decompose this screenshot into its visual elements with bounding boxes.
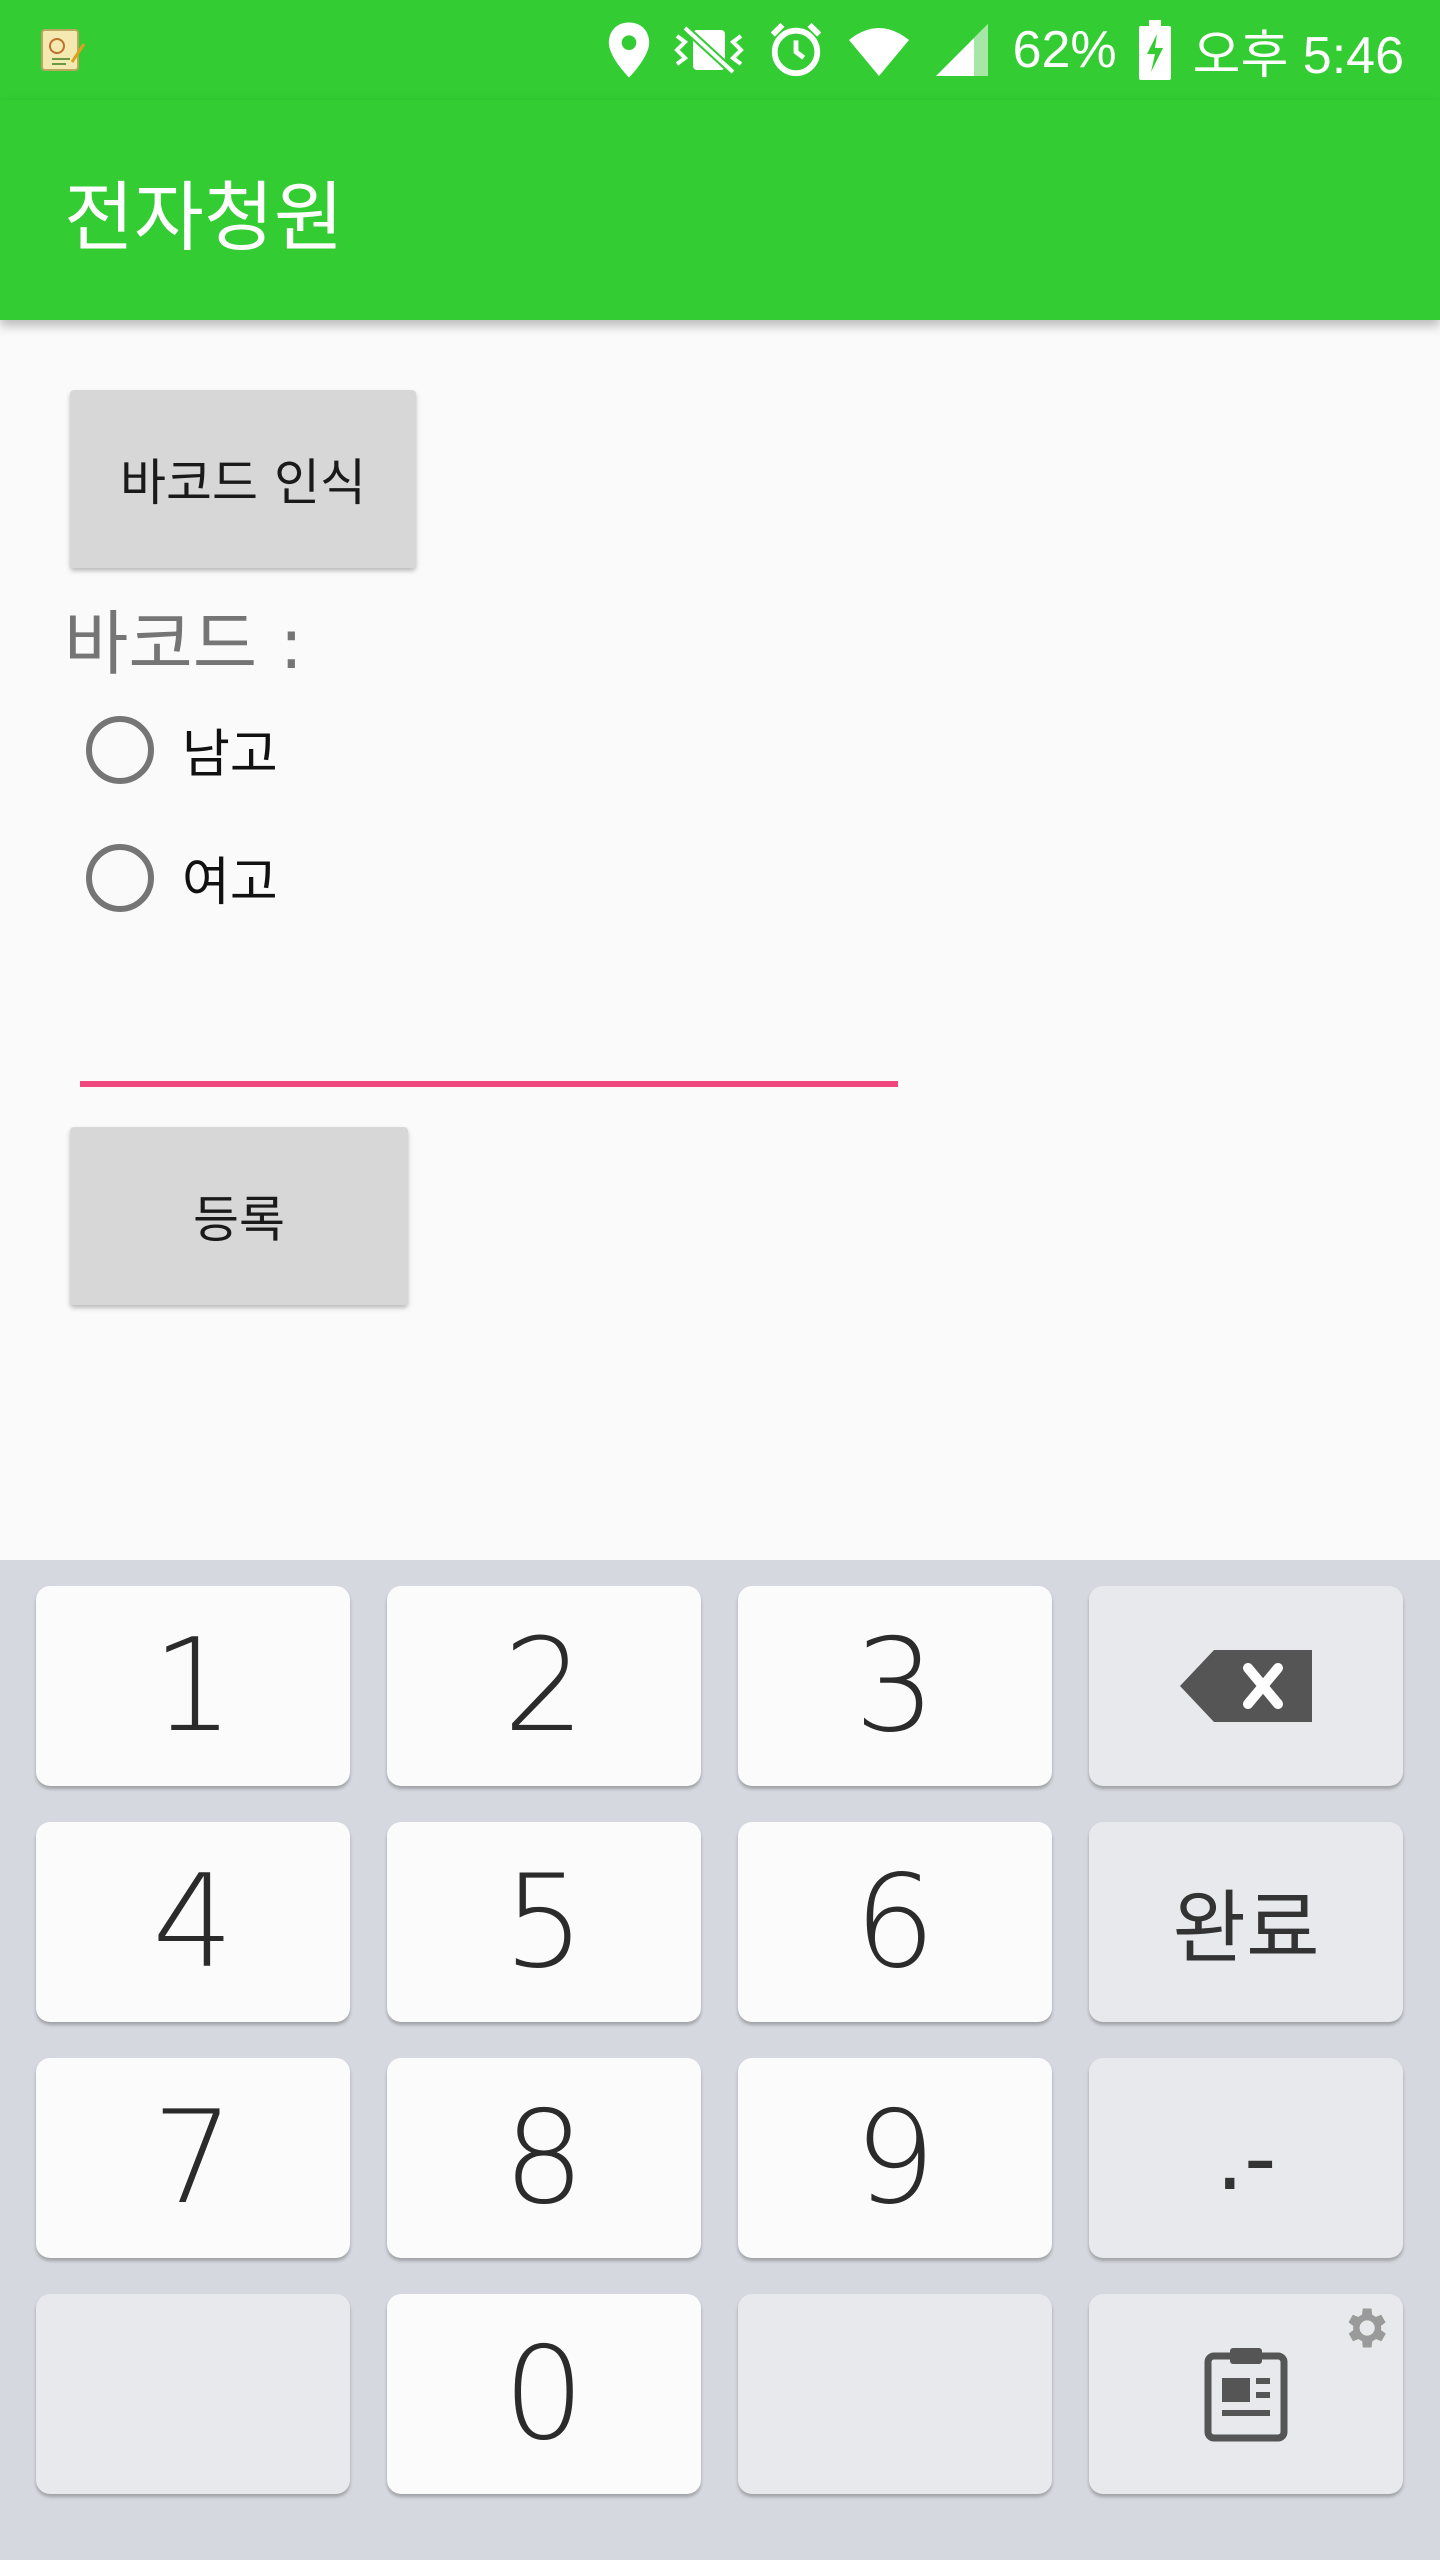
signal-icon: [935, 24, 988, 76]
barcode-scan-button[interactable]: 바코드 인식: [70, 390, 416, 568]
numeric-keyboard: 1 2 3 4 5 6 완료 7 8 9 .- 0: [0, 1560, 1440, 2560]
radio-option-girls-high[interactable]: 여고: [86, 840, 278, 915]
radio-label: 남고: [182, 725, 278, 785]
key-7[interactable]: 7: [36, 2058, 350, 2258]
backspace-icon: [1180, 1650, 1312, 1722]
empty-key-left: [36, 2294, 350, 2494]
vibrate-icon: [673, 25, 744, 75]
battery-percent: 62%: [1012, 21, 1117, 79]
radio-label: 여고: [182, 853, 278, 913]
status-bar: 62% 오후 5:46: [0, 0, 1440, 100]
status-time: 오후 5:46: [1192, 26, 1404, 85]
text-input-field[interactable]: [80, 1081, 898, 1087]
radio-button[interactable]: [86, 843, 154, 912]
clipboard-key[interactable]: [1089, 2294, 1403, 2494]
key-4[interactable]: 4: [36, 1822, 350, 2022]
key-0[interactable]: 0: [387, 2294, 701, 2494]
wifi-icon: [848, 28, 909, 76]
clipboard-icon: [1204, 2348, 1288, 2442]
app-bar: 전자청원: [0, 100, 1440, 320]
alarm-icon: [770, 22, 821, 77]
key-3[interactable]: 3: [738, 1586, 1052, 1786]
settings-icon[interactable]: [1339, 2302, 1391, 2354]
key-1[interactable]: 1: [36, 1586, 350, 1786]
key-2[interactable]: 2: [387, 1586, 701, 1786]
app-title: 전자청원: [64, 173, 344, 262]
location-icon: [608, 22, 649, 78]
key-6[interactable]: 6: [738, 1822, 1052, 2022]
key-8[interactable]: 8: [387, 2058, 701, 2258]
battery-charging-icon: [1138, 20, 1171, 80]
register-button[interactable]: 등록: [70, 1127, 408, 1305]
backspace-key[interactable]: [1089, 1586, 1403, 1786]
radio-button[interactable]: [86, 715, 154, 784]
status-icons: 62% 오후 5:46: [607, 0, 1404, 100]
radio-option-boys-high[interactable]: 남고: [86, 712, 278, 787]
notification-app-icon: [41, 29, 86, 71]
empty-key-right: [738, 2294, 1052, 2494]
key-9[interactable]: 9: [738, 2058, 1052, 2258]
dot-dash-key[interactable]: .-: [1089, 2058, 1403, 2258]
done-key[interactable]: 완료: [1089, 1822, 1403, 2022]
key-5[interactable]: 5: [387, 1822, 701, 2022]
barcode-label: 바코드 :: [64, 603, 304, 685]
